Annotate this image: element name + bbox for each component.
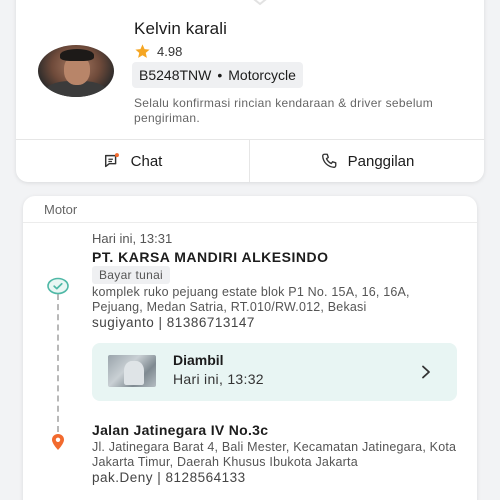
- vehicle-type-divider: [23, 222, 477, 223]
- chat-label: Chat: [130, 152, 163, 170]
- confirm-note: Selalu konfirmasi rincian kendaraan & dr…: [134, 96, 434, 125]
- call-button[interactable]: Panggilan: [250, 140, 484, 182]
- card-notch-decoration: [253, 0, 267, 6]
- dropoff-contact: pak.Deny | 8128564133: [92, 470, 246, 485]
- vehicle-type-label: Motor: [44, 202, 78, 217]
- status-time: Hari ini, 13:32: [173, 371, 264, 387]
- location-pin-icon: [52, 434, 64, 450]
- status-title: Diambil: [173, 352, 224, 368]
- plate-separator: •: [217, 67, 223, 83]
- phone-icon: [321, 153, 337, 168]
- pickup-name: PT. KARSA MANDIRI ALKESINDO: [92, 249, 329, 265]
- pickup-address: komplek ruko pejuang estate blok P1 No. …: [92, 285, 410, 314]
- payment-method-chip: Bayar tunai: [92, 266, 171, 284]
- pickup-contact: sugiyanto | 81386713147: [92, 315, 255, 330]
- driver-rating: 4.98: [134, 43, 182, 60]
- driver-avatar: [38, 45, 114, 97]
- plate-number: B5248TNW: [139, 67, 212, 83]
- star-icon: [135, 44, 150, 58]
- vehicle-plate-chip: B5248TNW • Motorcycle: [132, 62, 303, 88]
- chevron-right-icon: [422, 365, 430, 379]
- pickup-time: Hari ini, 13:31: [92, 231, 173, 246]
- route-timeline-line: [57, 294, 59, 432]
- chat-bubble-icon: [104, 153, 119, 168]
- pickup-status-card[interactable]: Diambil Hari ini, 13:32: [92, 343, 457, 401]
- pickup-check-icon: [47, 277, 69, 295]
- chat-button[interactable]: Chat: [16, 140, 249, 182]
- call-label: Panggilan: [347, 152, 415, 170]
- vehicle-name: Motorcycle: [228, 67, 296, 83]
- driver-card: Kelvin karali 4.98 B5248TNW • Motorcycle…: [16, 0, 484, 182]
- pickup-proof-thumbnail: [108, 355, 156, 387]
- dropoff-address: Jl. Jatinegara Barat 4, Bali Mester, Kec…: [92, 440, 457, 469]
- dropoff-name: Jalan Jatinegara IV No.3c: [92, 422, 269, 438]
- driver-name: Kelvin karali: [134, 19, 227, 38]
- rating-value: 4.98: [157, 44, 183, 59]
- delivery-card: Motor Hari ini, 13:31 PT. KARSA MANDIRI …: [23, 196, 477, 500]
